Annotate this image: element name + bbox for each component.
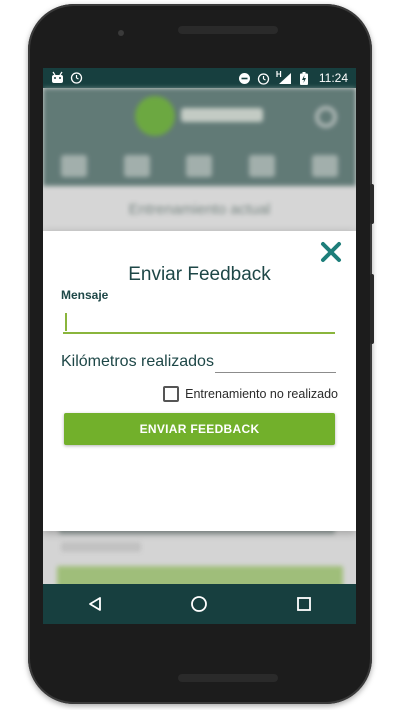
signal-icon: H: [275, 69, 292, 85]
battery-icon: [298, 71, 311, 85]
bottom-speaker: [178, 674, 278, 682]
km-label: Kilómetros realizados: [61, 353, 214, 370]
status-bar: H 11:24: [43, 68, 356, 88]
alarm-icon: [70, 71, 83, 84]
back-icon[interactable]: [82, 591, 108, 617]
network-type-label: H: [275, 69, 282, 79]
message-label: Mensaje: [61, 288, 109, 302]
android-icon: [51, 71, 64, 84]
earpiece-speaker: [178, 26, 278, 34]
dialog-title: Enviar Feedback: [128, 264, 271, 285]
phone-screen: H 11:24 Entrenamiento actual Enviar Feed…: [43, 68, 356, 624]
not-completed-label: Entrenamiento no realizado: [185, 387, 338, 401]
not-completed-checkbox[interactable]: [163, 386, 180, 402]
navigation-bar: [43, 584, 356, 624]
send-feedback-button[interactable]: ENVIAR FEEDBACK: [64, 413, 335, 445]
recents-icon[interactable]: [291, 591, 317, 617]
status-time: 11:24: [318, 71, 348, 85]
alarm-icon: [257, 72, 270, 85]
home-icon[interactable]: [186, 591, 212, 617]
not-completed-row[interactable]: Entrenamiento no realizado: [163, 386, 338, 402]
feedback-dialog: Enviar Feedback Mensaje Kilómetros reali…: [43, 231, 356, 531]
text-cursor: [65, 313, 67, 331]
dnd-icon: [238, 72, 251, 85]
close-icon[interactable]: [320, 241, 342, 263]
message-input[interactable]: [63, 308, 335, 334]
front-camera: [118, 30, 124, 36]
km-input[interactable]: [215, 349, 336, 373]
volume-button: [370, 274, 374, 344]
power-button: [370, 184, 374, 224]
